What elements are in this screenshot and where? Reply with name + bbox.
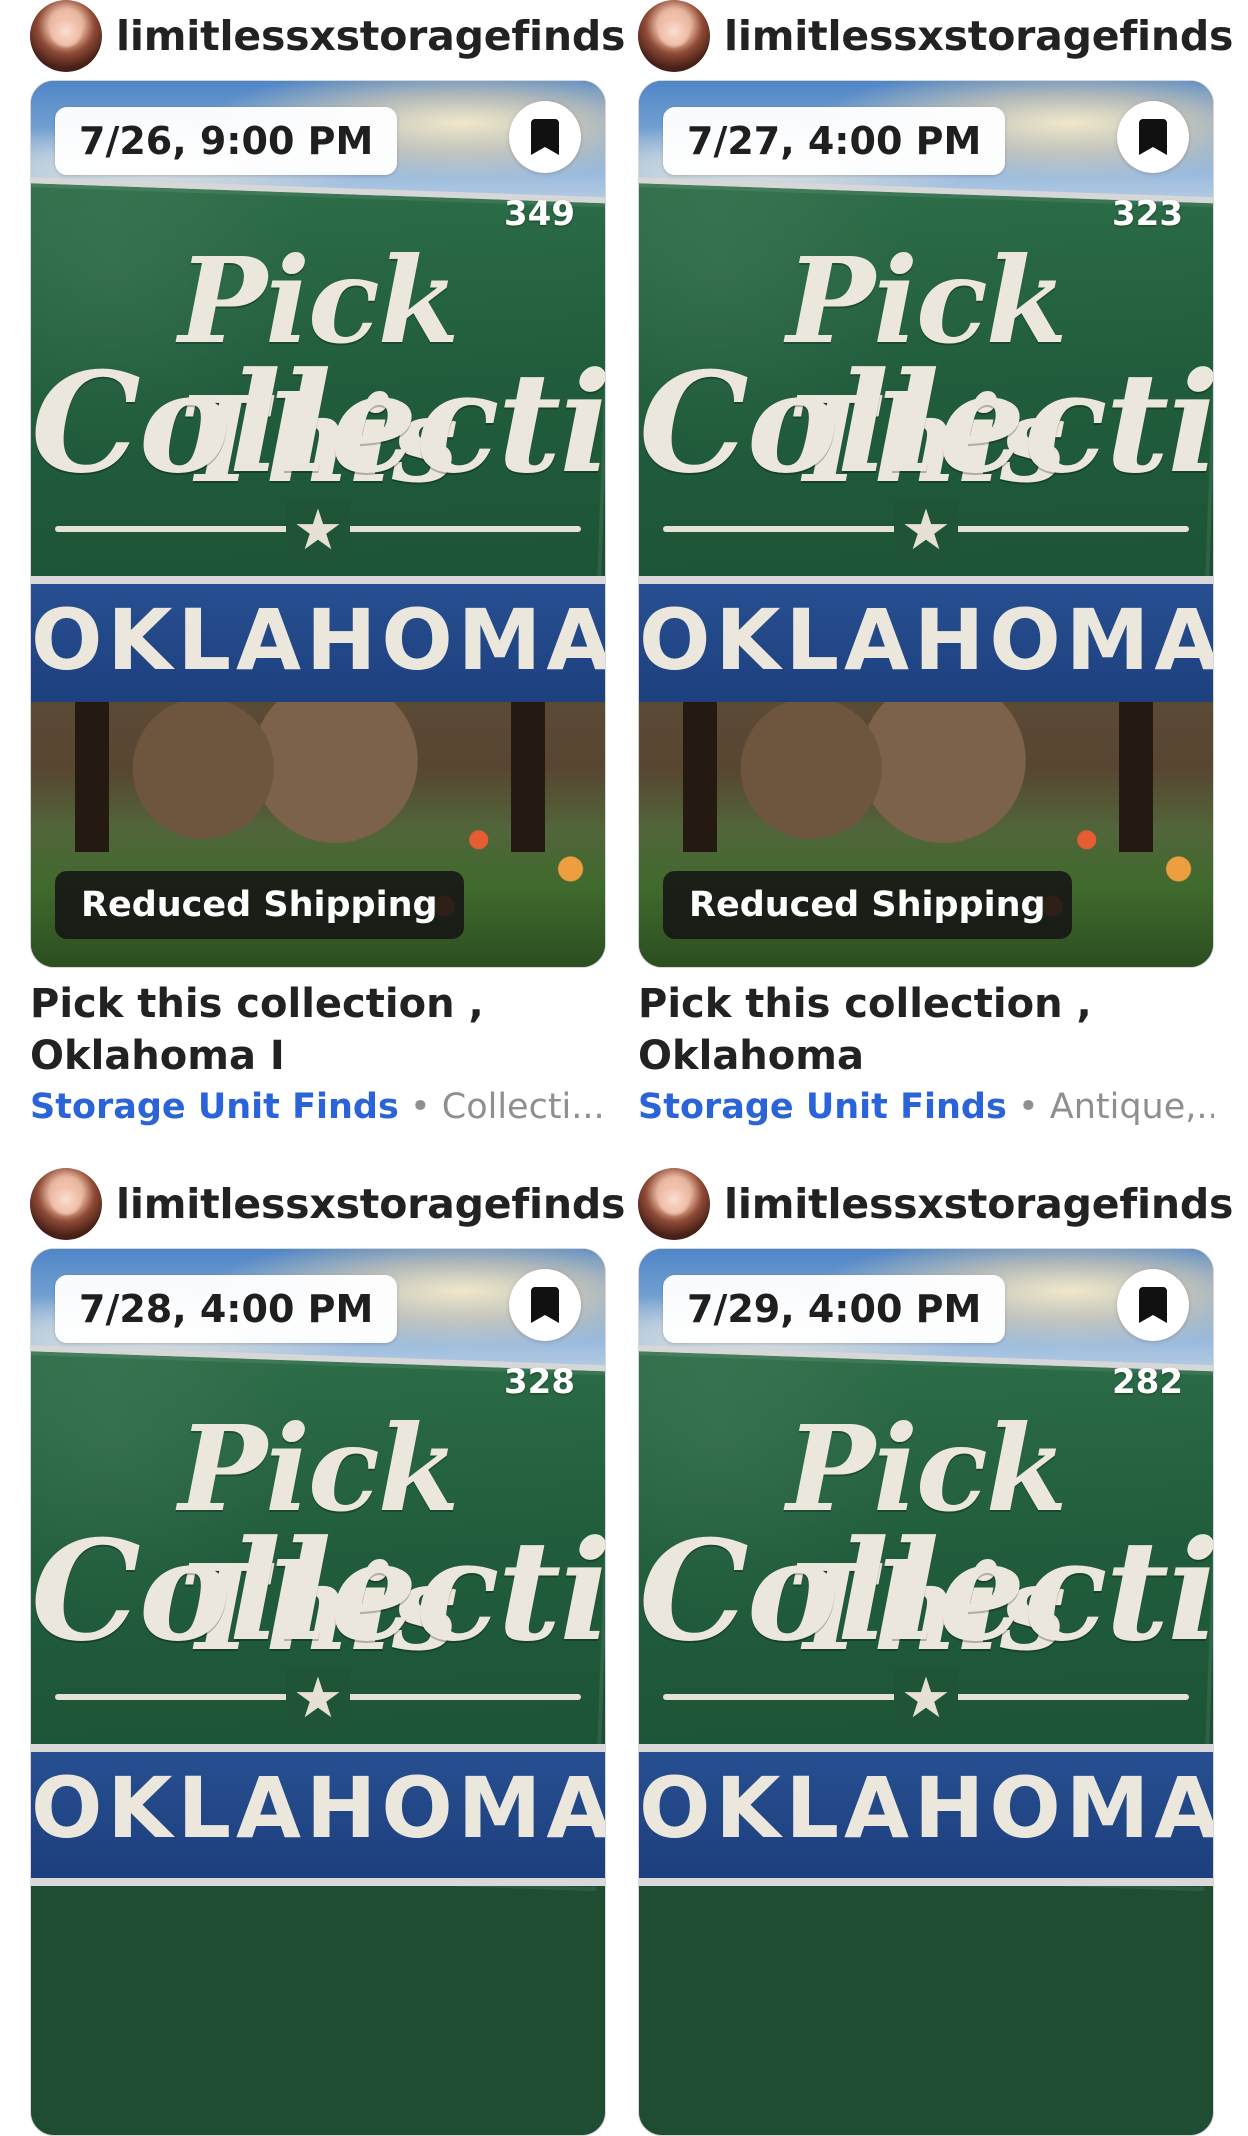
watch-count: 282 bbox=[1112, 1362, 1183, 1402]
meta-extra: Antique,... bbox=[1049, 1087, 1214, 1127]
seller-row[interactable]: limitlessxstoragefinds bbox=[30, 0, 650, 72]
sign-post-right bbox=[511, 702, 545, 852]
seller-name[interactable]: limitlessxstoragefinds bbox=[116, 1180, 625, 1228]
star-icon: ★ bbox=[894, 1667, 958, 1731]
bookmark-icon bbox=[531, 1287, 559, 1323]
sign-line-2: Collection bbox=[639, 341, 1214, 504]
seller-row[interactable]: limitlessxstoragefinds bbox=[638, 1168, 1248, 1240]
state-band-text: OKLAHOMA bbox=[639, 1759, 1214, 1857]
listing-photo[interactable]: Pick This Collection ★ OKLAHOMA 7/27, 4:… bbox=[638, 80, 1214, 968]
star-icon: ★ bbox=[894, 499, 958, 563]
bookmark-icon bbox=[531, 119, 559, 155]
date-badge: 7/27, 4:00 PM bbox=[663, 107, 1006, 175]
meta-separator: • bbox=[1017, 1087, 1039, 1127]
avatar[interactable] bbox=[30, 1168, 102, 1240]
seller-row[interactable]: limitlessxstoragefinds bbox=[30, 1168, 650, 1240]
star-icon: ★ bbox=[286, 1667, 350, 1731]
watch-count: 328 bbox=[504, 1362, 575, 1402]
seller-name[interactable]: limitlessxstoragefinds bbox=[724, 1180, 1233, 1228]
seller-name[interactable]: limitlessxstoragefinds bbox=[724, 12, 1233, 60]
watch-button[interactable] bbox=[1117, 101, 1189, 173]
listing-title[interactable]: Pick this collection , Oklahoma bbox=[638, 978, 1198, 1082]
watch-button[interactable] bbox=[509, 101, 581, 173]
date-badge: 7/28, 4:00 PM bbox=[55, 1275, 398, 1343]
watch-count: 349 bbox=[504, 194, 575, 234]
date-badge: 7/29, 4:00 PM bbox=[663, 1275, 1006, 1343]
listing-photo[interactable]: Pick This Collection ★ OKLAHOMA 7/29, 4:… bbox=[638, 1248, 1214, 2136]
seller-name[interactable]: limitlessxstoragefinds bbox=[116, 12, 625, 60]
state-band-text: OKLAHOMA bbox=[31, 1759, 606, 1857]
category-link[interactable]: Storage Unit Finds bbox=[638, 1087, 1007, 1127]
sign-line-2: Collection bbox=[639, 1509, 1214, 1672]
avatar[interactable] bbox=[638, 0, 710, 72]
sign-post-right bbox=[1119, 702, 1153, 852]
watch-count: 323 bbox=[1112, 194, 1183, 234]
seller-row[interactable]: limitlessxstoragefinds bbox=[638, 0, 1248, 72]
listing-photo[interactable]: Pick This Collection ★ OKLAHOMA 7/26, 9:… bbox=[30, 80, 606, 968]
meta-separator: • bbox=[409, 1087, 431, 1127]
listing-photo[interactable]: Pick This Collection ★ OKLAHOMA 7/28, 4:… bbox=[30, 1248, 606, 2136]
date-badge: 7/26, 9:00 PM bbox=[55, 107, 398, 175]
listing-title[interactable]: Pick this collection , Oklahoma I bbox=[30, 978, 590, 1082]
state-band-text: OKLAHOMA bbox=[31, 591, 606, 689]
state-band: OKLAHOMA bbox=[31, 576, 605, 718]
bookmark-icon bbox=[1139, 1287, 1167, 1323]
star-icon: ★ bbox=[286, 499, 350, 563]
avatar[interactable] bbox=[30, 0, 102, 72]
state-band: OKLAHOMA bbox=[639, 576, 1213, 718]
state-band: OKLAHOMA bbox=[31, 1744, 605, 1886]
listing-meta: Storage Unit Finds • Collecti... bbox=[30, 1087, 606, 1127]
watch-button[interactable] bbox=[1117, 1269, 1189, 1341]
category-link[interactable]: Storage Unit Finds bbox=[30, 1087, 399, 1127]
shipping-badge: Reduced Shipping bbox=[663, 871, 1072, 939]
avatar[interactable] bbox=[638, 1168, 710, 1240]
bookmark-icon bbox=[1139, 119, 1167, 155]
sign-post-left bbox=[683, 702, 717, 852]
meta-extra: Collecti... bbox=[441, 1087, 605, 1127]
sign-line-2: Collection bbox=[31, 341, 606, 504]
watch-button[interactable] bbox=[509, 1269, 581, 1341]
sign-line-2: Collection bbox=[31, 1509, 606, 1672]
shipping-badge: Reduced Shipping bbox=[55, 871, 464, 939]
state-band: OKLAHOMA bbox=[639, 1744, 1213, 1886]
state-band-text: OKLAHOMA bbox=[639, 591, 1214, 689]
listing-meta: Storage Unit Finds • Antique,... bbox=[638, 1087, 1214, 1127]
sign-post-left bbox=[75, 702, 109, 852]
